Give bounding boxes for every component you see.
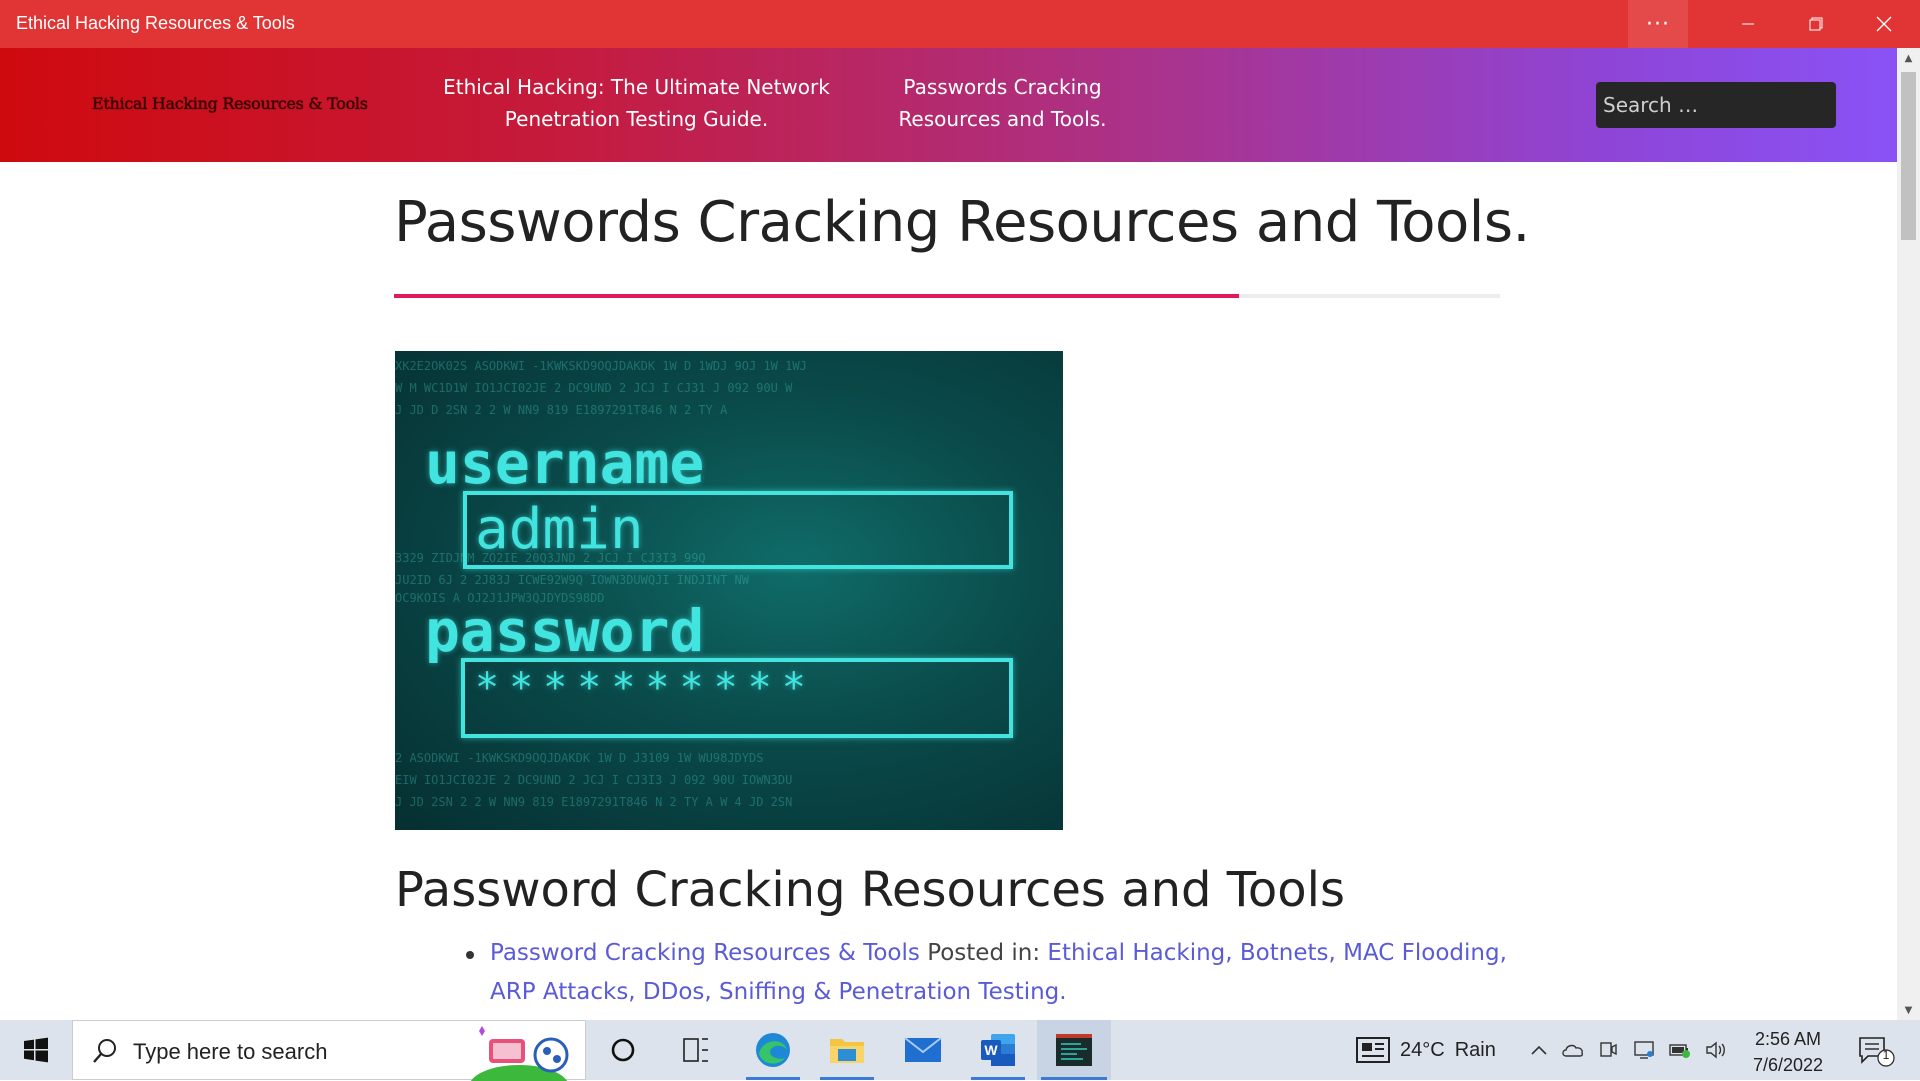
resource-list: Password Cracking Resources & Tools Post… [466,934,1510,1012]
title-divider-accent [394,294,1239,298]
list-item: Password Cracking Resources & Tools Post… [466,934,1510,1012]
weather-widget[interactable]: 24°C Rain [1356,1020,1496,1080]
close-icon [1876,16,1892,32]
taskbar-app-mail[interactable] [892,1020,954,1080]
taskbar: Type here to search W 24°C Rain 2:56 AM … [0,1020,1920,1081]
page-title: Passwords Cracking Resources and Tools. [394,190,1530,255]
restore-button[interactable] [1782,0,1850,48]
nav-link-password-cracking[interactable]: Passwords Cracking Resources and Tools. [880,71,1125,135]
weather-temperature: 24°C [1400,1038,1445,1061]
weather-condition: Rain [1454,1038,1496,1061]
scroll-down-arrow-icon[interactable]: ▼ [1897,1000,1920,1020]
task-view-button[interactable] [665,1020,727,1080]
windows-logo-icon [24,1037,48,1063]
hero-password-value: ********** [475,665,816,711]
clock-time: 2:56 AM [1754,1029,1822,1049]
scroll-up-arrow-icon[interactable]: ▲ [1897,48,1920,68]
taskbar-clock[interactable]: 2:56 AM 7/6/2022 [1740,1026,1836,1078]
vertical-scrollbar[interactable]: ▲ ▼ [1897,48,1920,1020]
scrollbar-thumb[interactable] [1901,72,1916,240]
taskbar-search-box[interactable]: Type here to search [72,1020,587,1081]
cortana-circle-icon [611,1038,635,1062]
taskbar-app-file-explorer[interactable] [816,1020,878,1080]
site-search-input[interactable] [1596,82,1836,128]
onedrive-cloud-icon[interactable] [1561,1038,1585,1062]
more-options-button[interactable]: ··· [1628,0,1688,48]
taskbar-search-placeholder: Type here to search [133,1039,328,1064]
taskbar-app-terminal[interactable] [1037,1020,1111,1080]
hero-image: XK2E2OK02S ASODKWI -1KWKSKD9OQJDAKDK 1W … [395,351,1063,830]
cortana-button[interactable] [593,1020,653,1080]
mail-icon [904,1037,942,1062]
more-icon: ··· [1646,11,1670,37]
notification-center-button[interactable]: 1 [1856,1034,1896,1068]
site-logo[interactable]: Ethical Hacking Resources & Tools [92,94,368,113]
window-titlebar: Ethical Hacking Resources & Tools ··· [0,0,1920,48]
hero-username-value: admin [475,497,644,562]
network-icon[interactable] [1632,1038,1656,1062]
terminal-app-icon [1056,1034,1092,1066]
meet-now-icon[interactable] [1596,1038,1620,1062]
search-highlight-doodle-icon[interactable] [469,1025,587,1081]
minimize-button[interactable] [1714,0,1782,48]
notification-count-badge: 1 [1882,1048,1890,1062]
resource-link[interactable]: Password Cracking Resources & Tools [490,940,920,966]
battery-icon[interactable] [1668,1038,1692,1062]
start-button[interactable] [0,1020,72,1080]
folder-icon [830,1039,864,1063]
taskbar-app-edge[interactable] [742,1020,804,1080]
hero-password-label: password [425,597,705,665]
word-icon: W [981,1034,1015,1066]
svg-text:W: W [984,1042,998,1058]
window-title: Ethical Hacking Resources & Tools [16,13,295,33]
show-hidden-icons-chevron-up-icon[interactable] [1527,1038,1551,1062]
volume-speaker-icon[interactable] [1704,1038,1728,1062]
clock-date: 7/6/2022 [1752,1055,1824,1075]
close-button[interactable] [1850,0,1918,48]
title-divider [394,294,1500,298]
minimize-icon [1742,23,1754,25]
posted-in-label: Posted in: [927,940,1041,966]
taskbar-app-word[interactable]: W [967,1020,1029,1080]
search-icon [93,1039,116,1063]
restore-icon [1809,17,1823,31]
edge-browser-icon [756,1033,790,1067]
nav-link-network-penetration-guide[interactable]: Ethical Hacking: The Ultimate Network Pe… [440,71,833,135]
site-header: Ethical Hacking Resources & Tools Ethica… [0,48,1897,162]
hero-username-label: username [425,429,705,497]
task-view-icon [683,1038,708,1062]
news-weather-icon [1356,1037,1390,1063]
section-heading: Password Cracking Resources and Tools [395,862,1345,918]
